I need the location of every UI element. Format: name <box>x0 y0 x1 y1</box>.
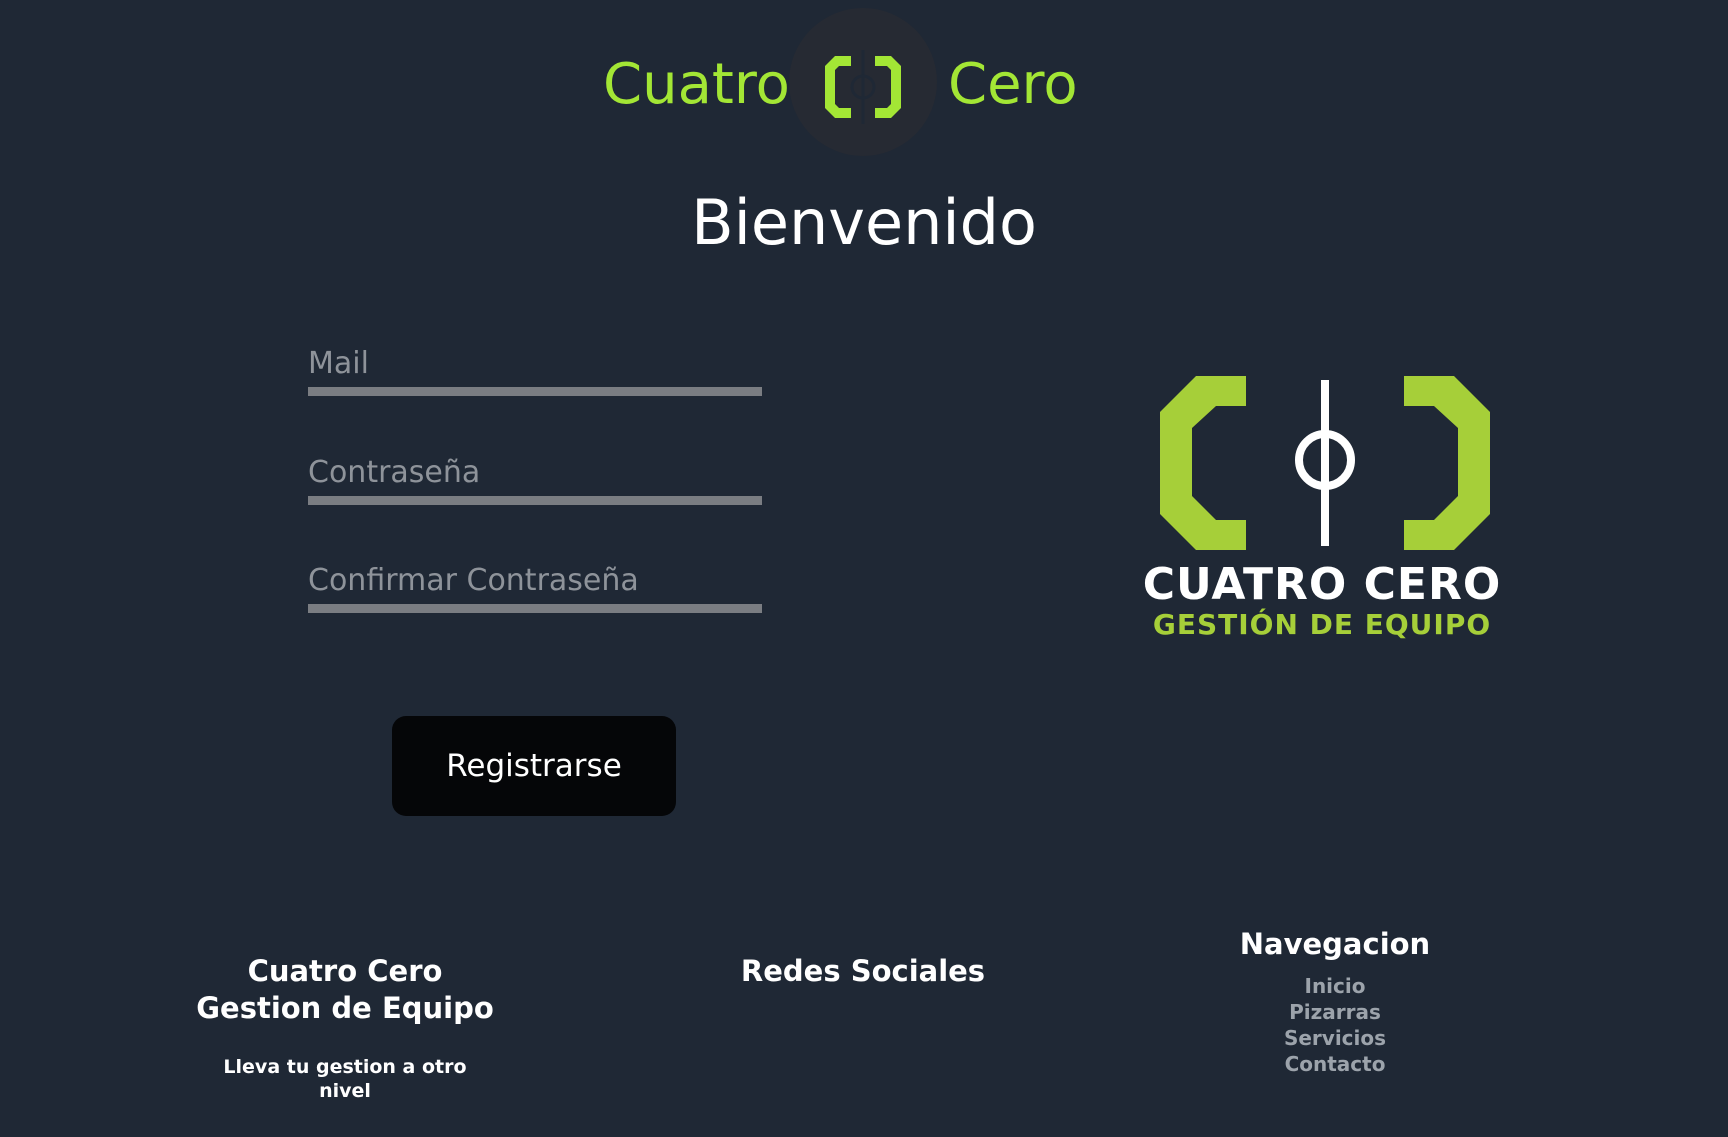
register-page: Cuatro Cero Bienvenido Registrarse <box>0 0 1728 1137</box>
footer-nav-title: Navegacion <box>1239 927 1431 961</box>
confirm-password-field <box>308 556 762 613</box>
footer-nav-link-inicio[interactable]: Inicio <box>1185 973 1485 999</box>
footer-brand-line1: Cuatro Cero <box>247 954 443 988</box>
header-brand-left: Cuatro <box>603 52 790 117</box>
header-brand-right: Cero <box>948 52 1078 117</box>
header-logo[interactable] <box>789 8 937 156</box>
register-button[interactable]: Registrarse <box>392 716 676 816</box>
footer-social-title: Redes Sociales <box>740 954 986 988</box>
footer-tagline: Lleva tu gestion a otro nivel <box>223 1056 467 1102</box>
cuatro-cero-logo-icon <box>825 50 901 124</box>
mail-input[interactable] <box>308 339 762 387</box>
mail-field <box>308 339 762 396</box>
confirm-password-input[interactable] <box>308 556 762 604</box>
footer-nav-link-pizarras[interactable]: Pizarras <box>1185 999 1485 1025</box>
cuatro-cero-brand-logo <box>1160 376 1490 550</box>
footer-brand: Cuatro Cero Gestion de Equipo Lleva tu g… <box>195 953 495 1103</box>
password-field <box>308 448 762 505</box>
brand-logo-title: CUATRO CERO <box>1142 559 1502 610</box>
password-input[interactable] <box>308 448 762 496</box>
page-title: Bienvenido <box>691 186 1037 259</box>
footer-nav-link-servicios[interactable]: Servicios <box>1185 1025 1485 1051</box>
footer-navigation: Navegacion Inicio Pizarras Servicios Con… <box>1185 926 1485 1077</box>
brand-logo-subtitle: GESTIÓN DE EQUIPO <box>1152 608 1492 641</box>
footer-brand-line2: Gestion de Equipo <box>196 991 494 1025</box>
footer-nav-link-contacto[interactable]: Contacto <box>1185 1051 1485 1077</box>
